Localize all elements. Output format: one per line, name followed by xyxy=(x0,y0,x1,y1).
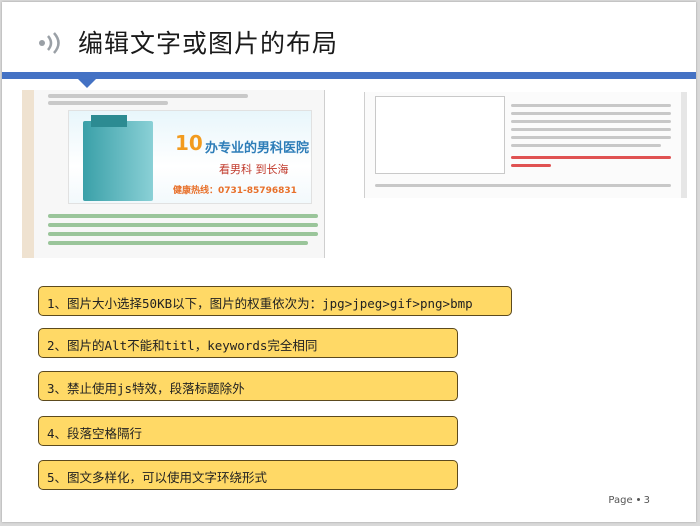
list-item-text: 5、图文多样化，可以使用文字环绕形式 xyxy=(47,470,268,485)
list-item-text: 3、禁止使用js特效，段落标题除外 xyxy=(47,381,245,396)
hospital-banner-image: 10 办专业的男科医院 看男科 到长海 健康热线：0731-85796831 xyxy=(68,110,312,204)
banner-number: 10 xyxy=(175,131,203,155)
list-item-text: 1、图片大小选择50KB以下，图片的权重依次为：jpg>jpeg>gif>png… xyxy=(47,296,473,311)
footer-dot xyxy=(636,498,640,501)
building-image xyxy=(83,121,153,201)
slide: 编辑文字或图片的布局 10 办专业的男科医院 看男科 到长海 健康热线：0731… xyxy=(2,2,696,522)
text-line xyxy=(48,94,248,98)
banner-name: 办专业的男科医院 xyxy=(205,141,310,156)
red-text-line xyxy=(511,164,551,167)
text-line xyxy=(511,112,671,115)
banner-subtitle: 看男科 到长海 xyxy=(219,163,289,176)
list-item: 2、图片的Alt不能和titl，keywords完全相同 xyxy=(38,328,458,358)
text-line xyxy=(511,144,661,147)
text-line xyxy=(511,104,671,107)
page-label: Page xyxy=(608,495,633,506)
text-line xyxy=(48,232,318,236)
list-item: 4、段落空格隔行 xyxy=(38,416,458,446)
list-item: 5、图文多样化，可以使用文字环绕形式 xyxy=(38,460,458,490)
page-edge xyxy=(22,90,34,258)
page-title: 编辑文字或图片的布局 xyxy=(78,29,339,58)
text-line xyxy=(48,214,318,218)
text-line xyxy=(48,223,318,227)
list-item-text: 4、段落空格隔行 xyxy=(47,426,143,441)
banner-phone: 健康热线：0731-85796831 xyxy=(173,186,297,196)
image-placeholder xyxy=(375,96,505,174)
page-number: 3 xyxy=(643,495,650,506)
red-text-line xyxy=(511,156,671,159)
title-divider-tick xyxy=(78,79,96,88)
text-line xyxy=(511,120,671,123)
title-divider xyxy=(2,72,696,79)
list-item: 3、禁止使用js特效，段落标题除外 xyxy=(38,371,458,401)
title-area: 编辑文字或图片的布局 xyxy=(2,2,696,74)
list-item: 1、图片大小选择50KB以下，图片的权重依次为：jpg>jpeg>gif>png… xyxy=(38,286,512,316)
example-screenshot-right xyxy=(364,92,687,198)
text-line xyxy=(48,101,168,105)
text-line xyxy=(375,184,671,187)
scrollbar xyxy=(681,92,687,198)
text-line xyxy=(511,128,671,131)
text-line xyxy=(511,136,671,139)
text-line xyxy=(48,241,308,245)
page-footer: Page 3 xyxy=(608,495,650,506)
list-item-text: 2、图片的Alt不能和titl，keywords完全相同 xyxy=(47,338,318,353)
speaker-icon xyxy=(39,32,60,54)
building-roof xyxy=(91,115,127,127)
example-screenshot-left: 10 办专业的男科医院 看男科 到长海 健康热线：0731-85796831 xyxy=(22,90,325,258)
